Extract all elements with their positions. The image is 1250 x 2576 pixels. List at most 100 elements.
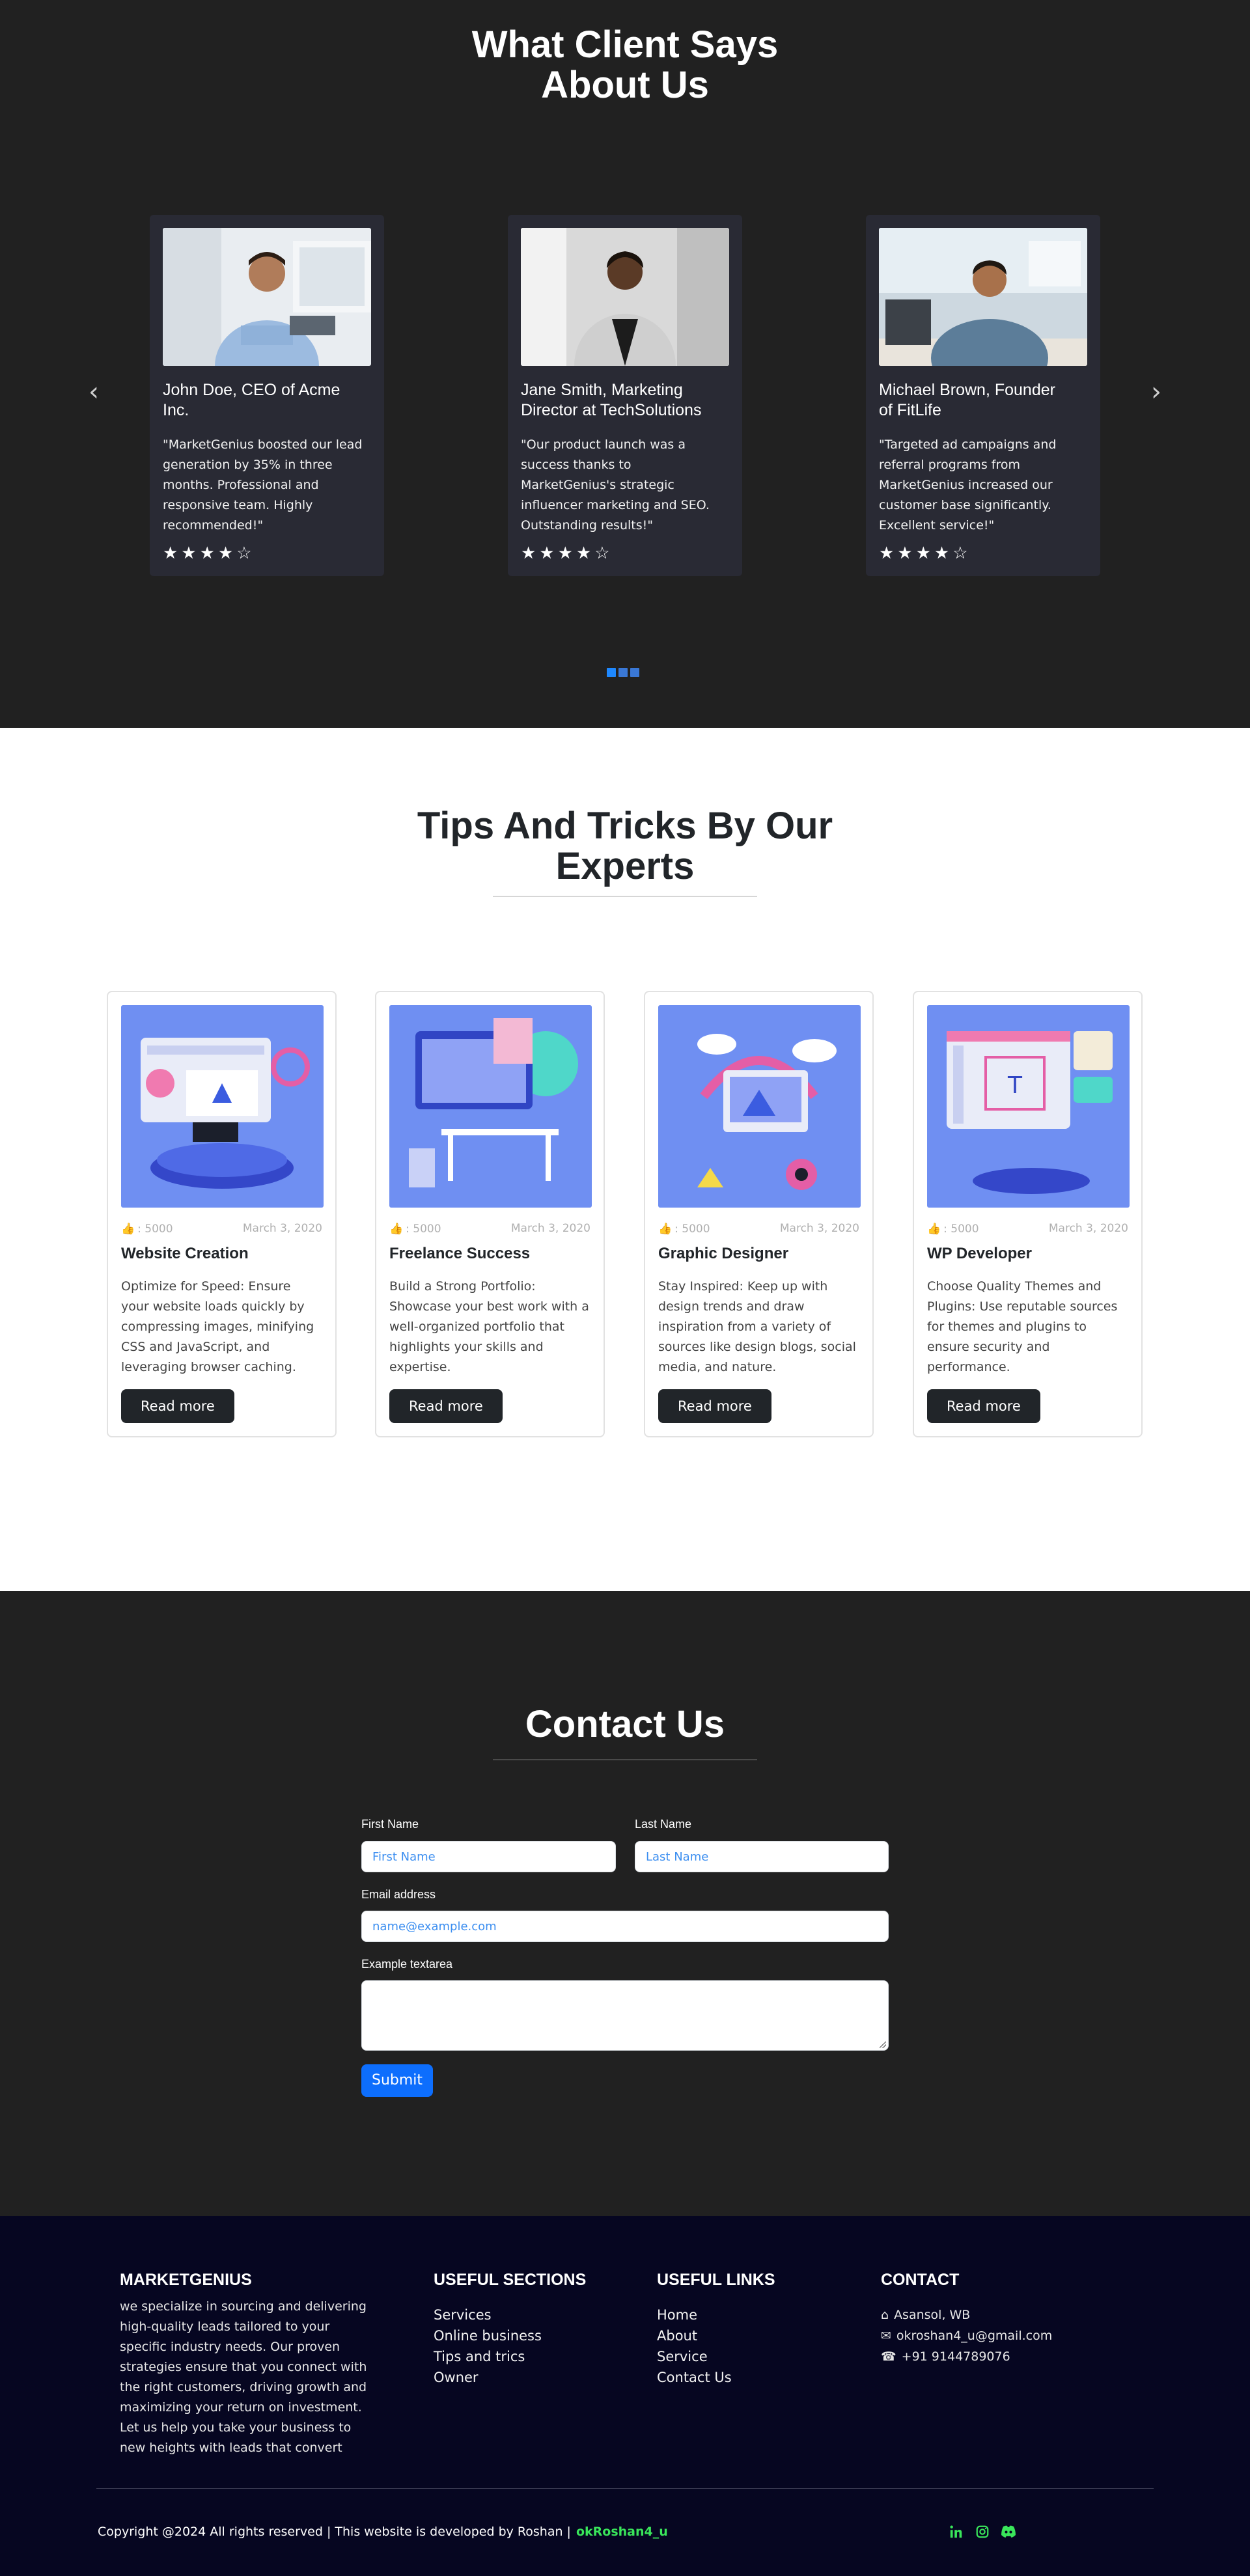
tip-likes: 👍 : 5000 xyxy=(658,1223,710,1236)
useful-sections-heading: USEFUL SECTIONS xyxy=(434,2271,587,2289)
tip-card: T 👍 : 5000 March 3, 2020 WP Developer Ch… xyxy=(913,991,1143,1437)
tip-text: Choose Quality Themes and Plugins: Use r… xyxy=(927,1279,1118,1374)
tip-title: Graphic Designer xyxy=(658,1245,789,1262)
copyright: Copyright @2024 All rights reserved | Th… xyxy=(98,2525,668,2539)
footer-link-owner[interactable]: Owner xyxy=(434,2367,542,2388)
resize-handle-icon[interactable] xyxy=(880,2042,886,2048)
contact-title: Contact Us xyxy=(525,1703,725,1745)
tip-card: 👍 : 5000 March 3, 2020 Freelance Success… xyxy=(375,991,605,1437)
star-rating: ★★★★☆ xyxy=(879,544,971,563)
tip-card: 👍 : 5000 March 3, 2020 Website Creation … xyxy=(107,991,337,1437)
thumbs-up-icon: 👍 xyxy=(121,1223,135,1236)
contact-heading: CONTACT xyxy=(881,2271,960,2289)
tip-likes: 👍 : 5000 xyxy=(927,1223,979,1236)
tip-date: March 3, 2020 xyxy=(510,1222,590,1235)
tip-title: WP Developer xyxy=(927,1245,1032,1262)
footer-contact-info: ⌂ Asansol, WB ✉ okroshan4_u@gmail.com ☎ … xyxy=(881,2305,1052,2367)
client-photo xyxy=(163,228,371,366)
client-name: John Doe, CEO of Acme Inc. xyxy=(163,381,340,419)
author-handle-link[interactable]: okRoshan4_u xyxy=(576,2525,668,2539)
footer: MARKETGENIUS we specialize in sourcing a… xyxy=(0,2216,1250,2576)
tip-date: March 3, 2020 xyxy=(779,1222,859,1235)
instagram-icon[interactable] xyxy=(974,2523,991,2540)
tip-likes: 👍 : 5000 xyxy=(389,1223,441,1236)
footer-address: ⌂ Asansol, WB xyxy=(881,2305,1052,2325)
message-textarea[interactable] xyxy=(361,1980,889,2051)
footer-about: we specialize in sourcing and delivering… xyxy=(120,2299,367,2455)
client-name: Jane Smith, Marketing Director at TechSo… xyxy=(521,381,702,419)
title-divider xyxy=(493,1759,757,1760)
tip-text: Optimize for Speed: Ensure your website … xyxy=(121,1279,314,1374)
testimonial-quote: "MarketGenius boosted our lead generatio… xyxy=(163,437,363,533)
social-links xyxy=(948,2523,1017,2540)
testimonial-quote: "Our product launch was a success thanks… xyxy=(521,437,710,533)
useful-links-list: Home About Service Contact Us xyxy=(657,2305,732,2388)
tip-likes: 👍 : 5000 xyxy=(121,1223,173,1236)
read-more-button[interactable]: Read more xyxy=(121,1389,234,1423)
email-label: Email address xyxy=(361,1888,436,1901)
tip-illustration: T xyxy=(927,1005,1130,1208)
footer-email: ✉ okroshan4_u@gmail.com xyxy=(881,2325,1052,2346)
tip-text: Stay Inspired: Keep up with design trend… xyxy=(658,1279,856,1374)
contact-section: Contact Us First Name First Name Last Na… xyxy=(0,1591,1250,2216)
carousel-indicator[interactable] xyxy=(607,668,616,677)
footer-brand: MARKETGENIUS xyxy=(120,2271,252,2289)
client-photo xyxy=(521,228,729,366)
client-name: Michael Brown, Founder of FitLife xyxy=(879,381,1055,419)
testimonial-card: John Doe, CEO of Acme Inc. "MarketGenius… xyxy=(150,215,384,576)
thumbs-up-icon: 👍 xyxy=(927,1223,941,1236)
tips-title: Tips And Tricks By Our Experts xyxy=(417,805,833,887)
star-rating: ★★★★☆ xyxy=(163,544,255,563)
footer-phone: ☎ +91 9144789076 xyxy=(881,2346,1052,2367)
submit-button[interactable]: Submit xyxy=(361,2064,434,2097)
tip-illustration xyxy=(389,1005,592,1208)
tip-text: Build a Strong Portfolio: Showcase your … xyxy=(389,1279,589,1374)
useful-links-heading: USEFUL LINKS xyxy=(657,2271,775,2289)
footer-divider xyxy=(96,2488,1154,2489)
tip-date: March 3, 2020 xyxy=(1048,1222,1128,1235)
carousel-indicator[interactable] xyxy=(618,668,628,677)
footer-link-online-business[interactable]: Online business xyxy=(434,2325,542,2346)
client-photo xyxy=(879,228,1087,366)
tip-title: Website Creation xyxy=(121,1245,249,1262)
linkedin-icon[interactable] xyxy=(948,2523,965,2540)
phone-icon: ☎ xyxy=(881,2349,896,2364)
testimonials-title: What Client Says About Us xyxy=(0,25,1250,105)
email-input[interactable]: name@example.com xyxy=(361,1911,889,1942)
footer-link-tips[interactable]: Tips and trics xyxy=(434,2346,542,2367)
thumbs-up-icon: 👍 xyxy=(658,1223,673,1236)
carousel-next-button[interactable]: › xyxy=(1143,379,1169,405)
footer-link-about[interactable]: About xyxy=(657,2325,732,2346)
tip-title: Freelance Success xyxy=(389,1245,531,1262)
title-divider xyxy=(493,896,757,897)
useful-sections-list: Services Online business Tips and trics … xyxy=(434,2305,542,2388)
tip-meta: 👍 : 5000 March 3, 2020 xyxy=(121,1222,322,1236)
testimonials-title-line1: What Client Says xyxy=(471,23,779,66)
last-name-input[interactable]: Last Name xyxy=(635,1841,889,1872)
read-more-button[interactable]: Read more xyxy=(658,1389,771,1423)
tip-meta: 👍 : 5000 March 3, 2020 xyxy=(658,1222,859,1236)
tip-card: 👍 : 5000 March 3, 2020 Graphic Designer … xyxy=(644,991,874,1437)
discord-icon[interactable] xyxy=(1000,2523,1017,2540)
thumbs-up-icon: 👍 xyxy=(389,1223,404,1236)
testimonial-card: Michael Brown, Founder of FitLife "Targe… xyxy=(866,215,1100,576)
envelope-icon: ✉ xyxy=(881,2329,891,2343)
svg-text:T: T xyxy=(1007,1072,1023,1099)
testimonials-title-line2: About Us xyxy=(541,64,709,106)
read-more-button[interactable]: Read more xyxy=(389,1389,503,1423)
last-name-label: Last Name xyxy=(635,1818,692,1831)
star-rating: ★★★★☆ xyxy=(521,544,613,563)
tip-illustration xyxy=(121,1005,324,1208)
read-more-button[interactable]: Read more xyxy=(927,1389,1040,1423)
footer-link-service[interactable]: Service xyxy=(657,2346,732,2367)
footer-link-contact[interactable]: Contact Us xyxy=(657,2367,732,2388)
testimonials-section: What Client Says About Us ‹ › John Doe, … xyxy=(0,0,1250,728)
carousel-prev-button[interactable]: ‹ xyxy=(81,379,107,405)
carousel-indicator[interactable] xyxy=(630,668,639,677)
first-name-input[interactable]: First Name xyxy=(361,1841,616,1872)
chevron-right-icon: › xyxy=(1151,377,1161,407)
first-name-label: First Name xyxy=(361,1818,419,1831)
tip-illustration xyxy=(658,1005,861,1208)
footer-link-services[interactable]: Services xyxy=(434,2305,542,2325)
footer-link-home[interactable]: Home xyxy=(657,2305,732,2325)
